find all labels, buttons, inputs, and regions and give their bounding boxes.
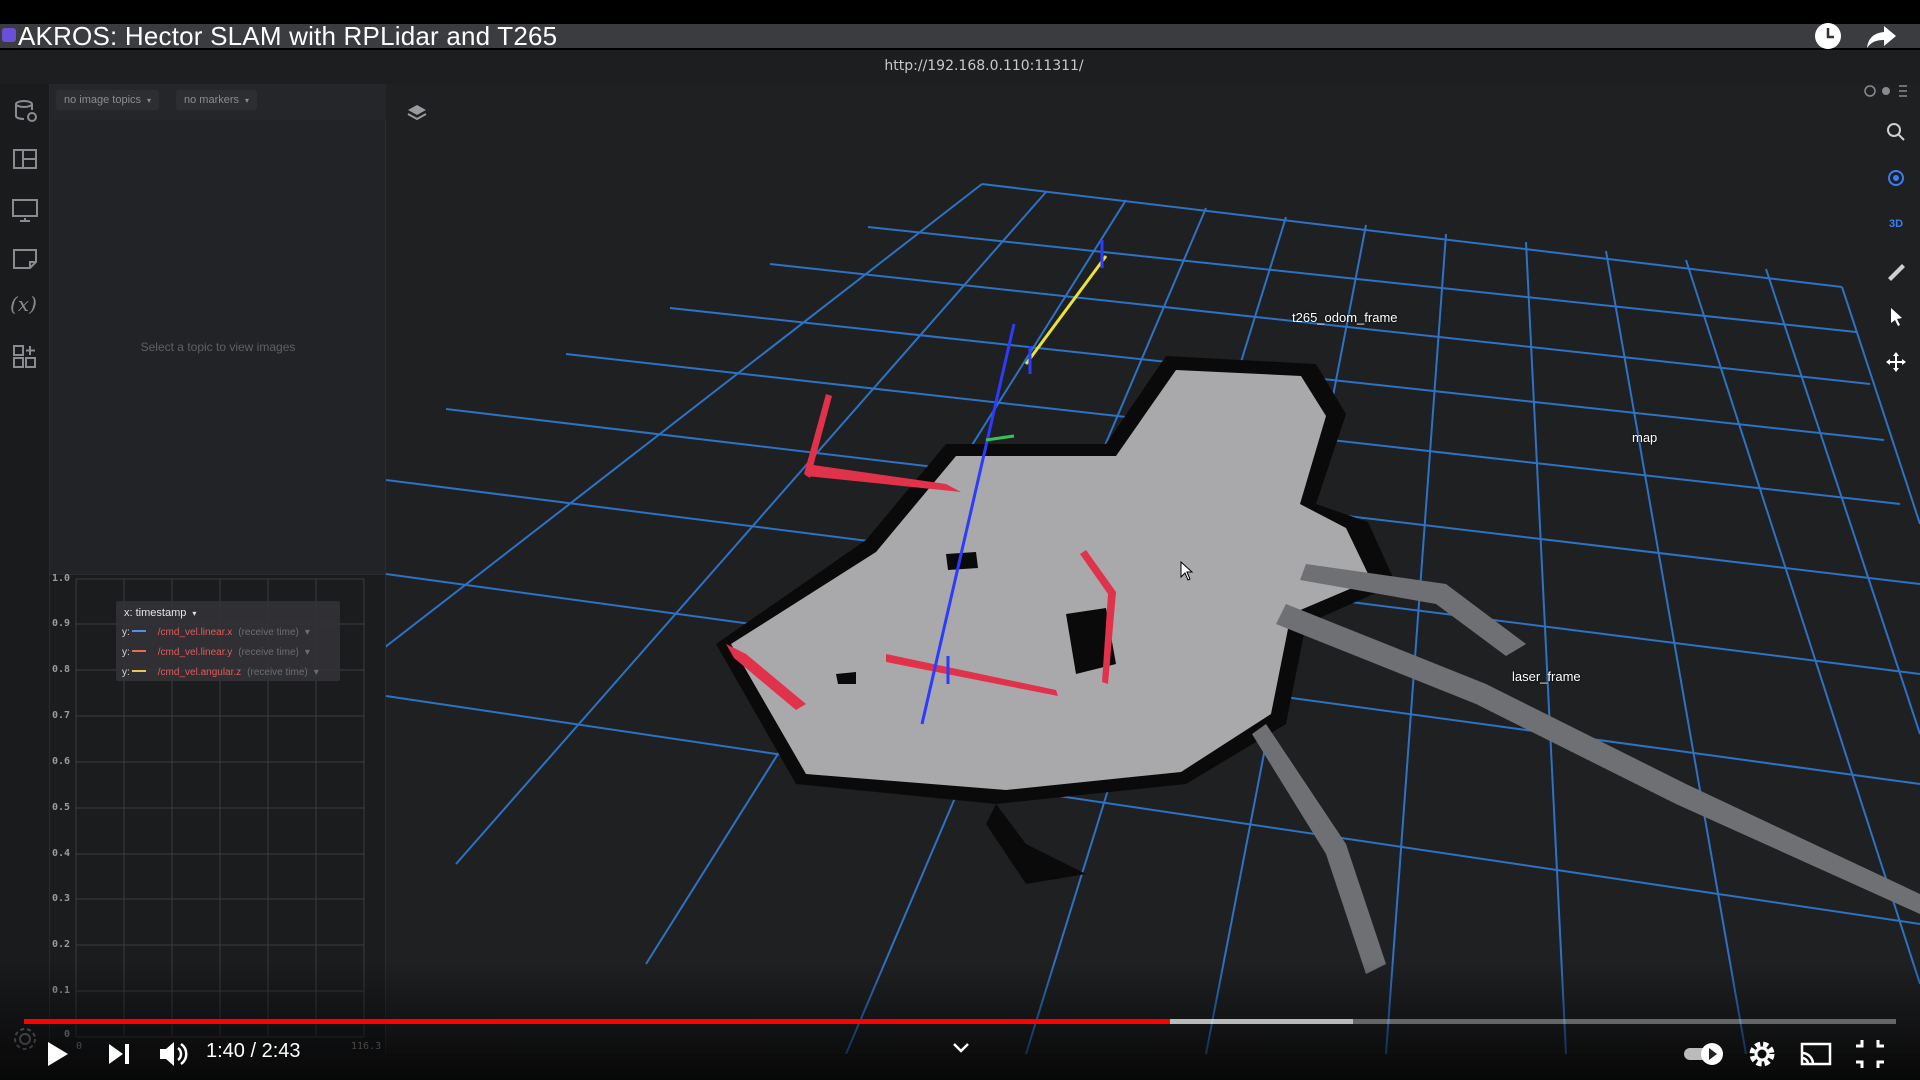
y-tick: 0.4 xyxy=(52,848,71,859)
y-tick: 1.0 xyxy=(52,573,71,584)
time-separator: / xyxy=(244,1040,262,1062)
y-tick: 0.9 xyxy=(52,618,71,629)
chevron-down-icon[interactable]: ▾ xyxy=(305,647,310,658)
layers-icon[interactable] xyxy=(406,102,428,124)
note-icon[interactable] xyxy=(10,244,40,274)
occupancy-map-view[interactable] xyxy=(386,84,1920,1054)
extensions-icon[interactable] xyxy=(10,342,40,372)
legend-series-row[interactable]: y: /cmd_vel.linear.x (receive time) ▾ xyxy=(122,627,310,641)
volume-icon[interactable] xyxy=(156,1036,190,1072)
variables-icon[interactable]: (x) xyxy=(10,292,40,322)
y-tick: 0.3 xyxy=(52,893,71,904)
select-icon[interactable] xyxy=(1882,302,1910,330)
series-time-source[interactable]: (receive time) xyxy=(238,647,299,658)
measure-icon[interactable] xyxy=(1882,256,1910,284)
y-tick: 0.2 xyxy=(52,939,71,950)
x-tick: 116.3 xyxy=(351,1041,382,1052)
series-axis: y: xyxy=(122,647,130,658)
chevron-down-icon: ▾ xyxy=(147,96,152,105)
y-tick: 0.8 xyxy=(52,664,71,675)
panel-add-icon[interactable] xyxy=(10,194,40,224)
image-panel-toolbar: no image topics ▾ no markers ▾ xyxy=(50,84,386,120)
series-time-source[interactable]: (receive time) xyxy=(247,667,308,678)
chevron-down-icon[interactable]: ▾ xyxy=(305,627,310,638)
legend-series-row[interactable]: y: /cmd_vel.linear.y (receive time) ▾ xyxy=(122,647,310,661)
layout-icon[interactable] xyxy=(10,144,40,174)
series-topic[interactable]: /cmd_vel.angular.z xyxy=(158,667,241,678)
settings-gear-icon[interactable] xyxy=(1744,1036,1780,1072)
share-icon[interactable] xyxy=(1862,20,1902,52)
chevron-down-icon: ▾ xyxy=(192,609,197,618)
3d-scene-panel[interactable]: t265_odom_frame map laser_frame 3D xyxy=(386,84,1920,1054)
y-tick: 0.5 xyxy=(52,802,71,813)
image-topic-label: no image topics xyxy=(64,94,142,106)
x-axis-label: x: timestamp xyxy=(124,607,187,619)
chevron-down-icon: ▾ xyxy=(245,96,250,105)
current-time: 1:40 xyxy=(206,1040,245,1062)
image-panel-hint: Select a topic to view images xyxy=(140,340,296,354)
series-swatch xyxy=(131,669,146,672)
occupancy-grid xyxy=(716,356,1920,974)
series-topic[interactable]: /cmd_vel.linear.x xyxy=(158,627,232,638)
t265-frame-label: t265_odom_frame xyxy=(1292,310,1398,325)
video-frame[interactable]: http://192.168.0.110:11311/ (x) no image… xyxy=(0,0,1920,1080)
video-title[interactable]: AKROS: Hector SLAM with RPLidar and T265 xyxy=(18,21,557,52)
move-icon[interactable] xyxy=(1882,348,1910,376)
progress-bar[interactable] xyxy=(24,1019,1896,1024)
y-tick: 0.7 xyxy=(52,710,71,721)
chevron-down-icon[interactable]: ▾ xyxy=(314,667,319,678)
series-time-source[interactable]: (receive time) xyxy=(238,627,299,638)
plot-legend[interactable]: x: timestamp ▾ y: /cmd_vel.linear.x (receiv… xyxy=(116,601,340,681)
series-swatch xyxy=(131,629,146,632)
markers-dropdown[interactable]: no markers ▾ xyxy=(176,90,258,110)
youtube-top-bar: AKROS: Hector SLAM with RPLidar and T265 xyxy=(0,0,1920,52)
plot-panel[interactable]: 1.0 0.9 0.8 0.7 0.6 0.5 0.4 0.3 0.2 0.1 … xyxy=(50,573,386,1054)
data-source-icon[interactable] xyxy=(10,96,40,126)
duration: 2:43 xyxy=(261,1040,301,1062)
x-tick: 0 xyxy=(76,1041,83,1052)
laser-frame-label: laser_frame xyxy=(1512,669,1581,684)
next-icon[interactable] xyxy=(104,1036,134,1072)
panel-settings-icons[interactable] xyxy=(1856,82,1916,100)
series-swatch xyxy=(131,649,146,652)
progress-played xyxy=(24,1019,1170,1024)
tf-link-line xyxy=(1024,255,1108,365)
x-axis-selector[interactable]: x: timestamp ▾ xyxy=(124,607,196,619)
time-display: 1:40 / 2:43 xyxy=(206,1040,301,1063)
markers-label: no markers xyxy=(184,94,240,106)
series-topic[interactable]: /cmd_vel.linear.y xyxy=(158,647,232,658)
app-settings-icon[interactable] xyxy=(12,1026,38,1052)
left-sidebar: (x) xyxy=(0,84,50,1054)
axis-y-line xyxy=(985,434,1015,442)
app-url: http://192.168.0.110:11311/ xyxy=(884,58,1084,74)
channel-avatar[interactable] xyxy=(2,28,16,42)
cast-icon[interactable] xyxy=(1796,1036,1836,1072)
y-tick: 0.6 xyxy=(52,756,71,767)
chevron-down-icon[interactable] xyxy=(950,1040,972,1056)
autoplay-toggle[interactable] xyxy=(1680,1036,1730,1072)
series-axis: y: xyxy=(122,667,130,678)
search-icon[interactable] xyxy=(1882,118,1910,146)
y-tick: 0.1 xyxy=(52,985,71,996)
video-player[interactable]: http://192.168.0.110:11311/ (x) no image… xyxy=(0,0,1920,1080)
mouse-cursor-icon xyxy=(1180,561,1194,581)
watch-later-icon[interactable] xyxy=(1808,20,1848,52)
exit-fullscreen-icon[interactable] xyxy=(1852,1036,1888,1072)
image-panel: no image topics ▾ no markers ▾ Select a to… xyxy=(50,84,386,574)
3d-toggle-button[interactable]: 3D xyxy=(1882,210,1910,238)
follow-icon[interactable] xyxy=(1882,164,1910,192)
legend-series-row[interactable]: y: /cmd_vel.angular.z (receive time) ▾ xyxy=(122,667,319,681)
image-topic-dropdown[interactable]: no image topics ▾ xyxy=(56,90,160,110)
map-frame-label: map xyxy=(1632,430,1658,445)
play-icon[interactable] xyxy=(42,1036,72,1072)
series-axis: y: xyxy=(122,627,130,638)
